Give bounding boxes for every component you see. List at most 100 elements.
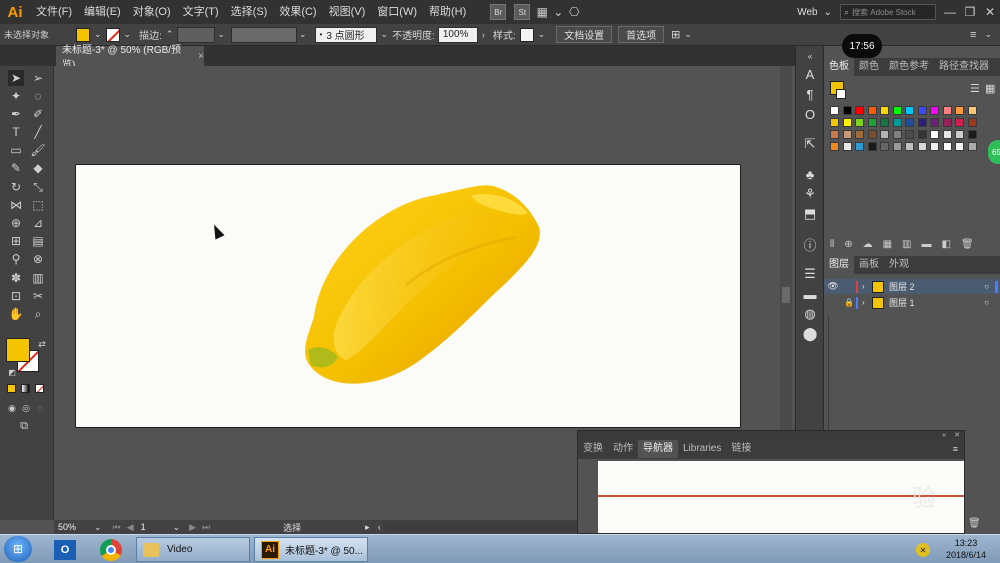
workspace-switcher[interactable]: Web ⌄	[797, 7, 832, 18]
navigator-preview[interactable]	[598, 461, 964, 533]
collapse-icon[interactable]: «	[942, 432, 946, 439]
close-panel-icon[interactable]: ✕	[954, 431, 960, 439]
tab-links[interactable]: 链接	[726, 440, 756, 458]
screen-mode-icon[interactable]: ⧉	[16, 418, 32, 434]
swatch-menu-icon[interactable]: ⊕	[844, 239, 852, 250]
fill-color-box[interactable]	[6, 338, 30, 362]
gradient-tool-icon[interactable]: ▤	[30, 233, 46, 249]
paragraph-panel-icon[interactable]: ¶	[802, 86, 818, 102]
swap-fill-stroke-icon[interactable]: ⇄	[34, 336, 50, 352]
swatch-options-icon[interactable]: ▥	[902, 239, 911, 250]
hand-tool-icon[interactable]: ✋	[8, 306, 24, 322]
tab-color[interactable]: 颜色	[854, 58, 884, 76]
chevron-down-icon[interactable]: ⌄	[173, 522, 181, 533]
artboard-tool-icon[interactable]: ⊡	[8, 288, 24, 304]
color-swatch[interactable]	[942, 142, 952, 151]
tab-transform[interactable]: 变换	[578, 440, 608, 458]
delete-swatch-icon[interactable]: 🗑	[961, 239, 974, 250]
chevron-down-icon[interactable]: ⌄	[538, 29, 546, 40]
close-tab-icon[interactable]: ×	[198, 51, 204, 62]
zoom-field[interactable]: 50%	[54, 521, 90, 533]
color-swatch[interactable]	[880, 142, 889, 151]
menu-item[interactable]: 帮助(H)	[423, 0, 472, 24]
color-swatch[interactable]	[867, 106, 877, 115]
gradient-mode-button[interactable]	[21, 384, 30, 393]
list-view-icon[interactable]: ☰	[970, 82, 980, 95]
lasso-tool-icon[interactable]: ◌	[30, 88, 46, 104]
expand-arrow-icon[interactable]: ›	[862, 282, 872, 291]
color-swatch[interactable]	[955, 118, 964, 127]
scale-tool-icon[interactable]: ⤡	[30, 179, 46, 195]
shaper-tool-icon[interactable]: ✎	[8, 160, 24, 176]
outlook-taskbar-icon[interactable]: O	[54, 540, 76, 560]
status-menu-icon[interactable]: ▸	[365, 522, 370, 533]
preferences-button[interactable]: 首选项	[618, 26, 665, 43]
color-swatch[interactable]	[905, 118, 914, 127]
chevron-down-icon[interactable]: ⌄	[217, 29, 225, 40]
close-button[interactable]: ✕	[980, 4, 1000, 20]
color-swatch[interactable]	[917, 130, 927, 139]
color-swatch[interactable]	[830, 106, 839, 115]
chevron-down-icon[interactable]: ⌄	[299, 29, 307, 40]
puppet-warp-icon[interactable]: ⚘	[802, 186, 818, 202]
free-transform-tool-icon[interactable]: ⬚	[30, 197, 46, 213]
chevron-down-icon[interactable]: ⌄	[984, 29, 992, 40]
rectangle-tool-icon[interactable]: ▭	[8, 142, 24, 158]
tab-navigator[interactable]: 导航器	[638, 440, 678, 458]
chevron-down-icon[interactable]: ⌄	[124, 29, 132, 40]
menu-item[interactable]: 文件(F)	[30, 0, 78, 24]
slice-tool-icon[interactable]: ✂	[30, 288, 46, 304]
chevron-right-icon[interactable]: ›	[482, 30, 485, 40]
menu-item[interactable]: 窗口(W)	[371, 0, 423, 24]
view-box-indicator[interactable]	[598, 495, 964, 497]
color-swatch[interactable]	[942, 130, 952, 139]
pen-tool-icon[interactable]: ✒	[8, 106, 24, 122]
paintbrush-tool-icon[interactable]: 🖌	[30, 142, 46, 158]
color-swatch[interactable]	[842, 106, 852, 115]
stroke-swatch[interactable]	[105, 27, 120, 42]
direct-selection-tool-icon[interactable]: ➢	[30, 70, 46, 86]
color-swatch[interactable]	[917, 142, 927, 151]
info-panel-icon[interactable]: ⓘ	[802, 236, 818, 253]
layer-target-icon[interactable]: ○	[984, 298, 989, 307]
stroke-panel-icon[interactable]: ⬤	[802, 326, 818, 342]
color-swatch[interactable]	[892, 118, 902, 127]
chevron-down-icon[interactable]: ⌄	[550, 4, 566, 20]
eraser-tool-icon[interactable]: ◆	[30, 160, 46, 176]
color-swatch[interactable]	[830, 142, 839, 151]
chevron-down-icon[interactable]: ⌄	[684, 29, 692, 40]
layer-target-icon[interactable]: ○	[984, 282, 989, 291]
bridge-icon[interactable]: Br	[490, 4, 507, 20]
color-swatch[interactable]	[967, 106, 977, 115]
color-swatch[interactable]	[967, 142, 977, 151]
menu-item[interactable]: 编辑(E)	[78, 0, 127, 24]
color-swatch[interactable]	[855, 142, 864, 151]
show-kinds-icon[interactable]: ▦	[883, 239, 892, 250]
tab-actions[interactable]: 动作	[608, 440, 638, 458]
align-panel-icon[interactable]: ☰	[802, 266, 818, 282]
color-swatch[interactable]	[905, 142, 914, 151]
fill-swatch[interactable]	[76, 27, 90, 42]
cloud-icon[interactable]: ☁	[863, 239, 873, 250]
layer-row[interactable]: 🔒 › 图层 1 ○	[824, 295, 1000, 310]
stroke-stepper[interactable]: ⌃	[166, 29, 174, 40]
color-swatch[interactable]	[967, 130, 977, 139]
last-artboard-icon[interactable]: ⏭	[202, 522, 210, 533]
color-swatch[interactable]	[942, 106, 952, 115]
color-swatch[interactable]	[842, 118, 852, 127]
taskbar-video-folder[interactable]: Video	[136, 537, 250, 562]
tray-icon[interactable]: ✕	[916, 543, 930, 557]
symbols-panel-icon[interactable]: ♣	[802, 166, 818, 182]
trash-icon[interactable]: 🗑	[968, 518, 981, 529]
rotate-tool-icon[interactable]: ↻	[8, 179, 24, 195]
brush-definition[interactable]: • 3 点圆形	[314, 26, 377, 43]
stock-icon[interactable]: St	[514, 4, 531, 20]
chevron-down-icon[interactable]: ⌄	[381, 29, 389, 40]
next-artboard-icon[interactable]: ▶	[189, 522, 196, 533]
document-tab[interactable]: 未标题-3* @ 50% (RGB/预览) ×	[56, 45, 204, 71]
line-tool-icon[interactable]: ╱	[30, 124, 46, 140]
style-swatch[interactable]	[519, 27, 534, 42]
color-swatch[interactable]	[842, 130, 852, 139]
variable-width-profile[interactable]	[230, 26, 297, 43]
color-swatch[interactable]	[867, 130, 877, 139]
